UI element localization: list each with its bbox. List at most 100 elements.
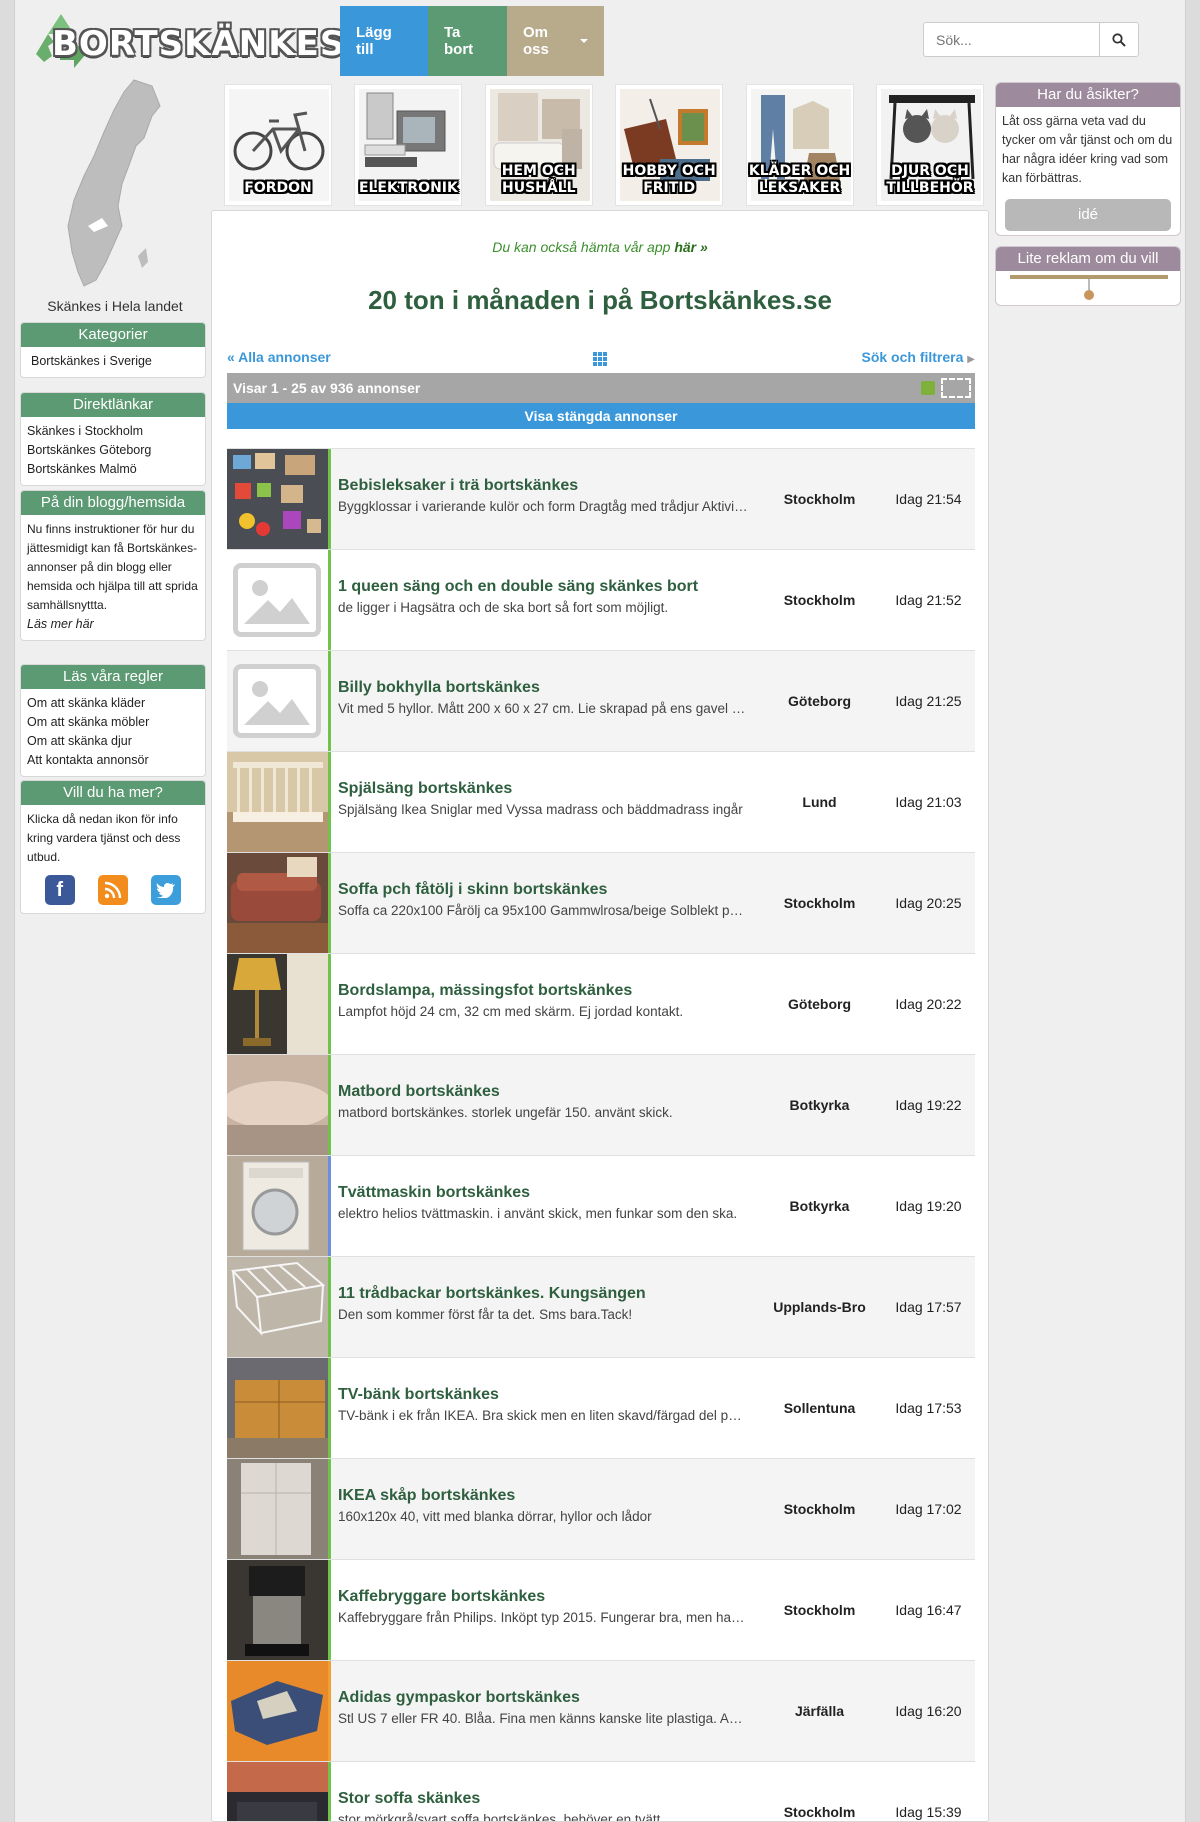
listing-time: Idag 20:22 [895, 996, 962, 1012]
listing-row[interactable]: Soffa pch fåtölj i skinn bortskänkes Sof… [227, 852, 975, 953]
category-tile-clothes[interactable]: Kläder och leksaker [745, 84, 854, 206]
app-link[interactable]: här » [674, 239, 707, 255]
listing-thumbnail [227, 1055, 328, 1155]
listing-description: TV-bänk i ek från IKEA. Bra skick men en… [338, 1408, 748, 1423]
opinions-box: Har du åsikter? Låt oss gärna veta vad d… [995, 82, 1181, 236]
listing-description: Spjälsäng Ikea Sniglar med Vyssa madrass… [338, 802, 743, 817]
category-tile-vehicles[interactable]: Fordon [224, 84, 332, 206]
direct-link-malmo[interactable]: Bortskänkes Malmö [27, 460, 199, 479]
more-text: Klicka då nedan ikon för info kring vard… [27, 812, 181, 864]
nav-add-button[interactable]: Lägg till [340, 6, 428, 76]
category-tile-hobby[interactable]: Hobby och fritid [615, 84, 724, 206]
listing-thumbnail [227, 1358, 328, 1458]
listing-title[interactable]: Soffa pch fåtölj i skinn bortskänkes [338, 881, 607, 899]
listing-thumbnail [227, 1661, 328, 1761]
all-ads-link[interactable]: « Alla annonser [227, 349, 331, 365]
listing-description: 160x120x 40, vitt med blanka dörrar, hyl… [338, 1509, 652, 1524]
app-promo-text: Du kan också hämta vår app [492, 239, 675, 255]
gallery-icon[interactable] [941, 378, 971, 398]
category-tiles: Fordon Elektronik Hem och hushåll [224, 84, 984, 206]
listing-title[interactable]: TV-bänk bortskänkes [338, 1386, 499, 1404]
listing-city: Stockholm [783, 1803, 856, 1820]
idea-button[interactable]: idé [1005, 199, 1171, 231]
category-link[interactable]: Bortskänkes i Sverige [31, 352, 199, 371]
listing-title[interactable]: Kaffebryggare bortskänkes [338, 1588, 545, 1606]
listing-row[interactable]: Adidas gympaskor bortskänkes Stl US 7 el… [227, 1660, 975, 1761]
category-label: Fordon [244, 180, 312, 196]
category-tile-pets[interactable]: Djur och tillbehör [875, 84, 984, 206]
categories-heading: Kategorier [21, 323, 205, 347]
direct-links-box: Direktlänkar Skänkes i Stockholm Bortskä… [20, 392, 206, 486]
grid-view-icon[interactable] [593, 352, 607, 366]
listing-title[interactable]: Tvättmaskin bortskänkes [338, 1184, 530, 1202]
facebook-icon[interactable]: f [44, 875, 75, 905]
page: BORTSKÄNKES.SE Lägg till Ta bort Om oss … [0, 0, 1200, 1822]
listing-description: Stl US 7 eller FR 40. Blåa. Fina men kän… [338, 1711, 748, 1726]
category-label-2: leksaker [758, 180, 841, 196]
listing-row[interactable]: Billy bokhylla bortskänkes Vit med 5 hyl… [227, 650, 975, 751]
category-label-2: hushåll [502, 180, 576, 196]
category-label-2: tillbehör [886, 180, 974, 196]
listing-title[interactable]: IKEA skåp bortskänkes [338, 1487, 515, 1505]
listing-thumbnail [227, 1560, 328, 1660]
rule-link-clothes[interactable]: Om att skänka kläder [27, 694, 199, 713]
listing-title[interactable]: 1 queen säng och en double säng skänkes … [338, 578, 698, 596]
listing-city: Göteborg [788, 995, 851, 1012]
listing-time: Idag 21:54 [895, 491, 962, 507]
chevron-right-icon: ▶ [967, 354, 975, 365]
listing-time: Idag 20:25 [895, 895, 962, 911]
category-label: Kläder och [748, 163, 851, 179]
listing-title[interactable]: Adidas gympaskor bortskänkes [338, 1689, 580, 1707]
listing-title[interactable]: Stor soffa skänkes [338, 1790, 480, 1808]
rules-box: Läs våra regler Om att skänka kläder Om … [20, 664, 206, 777]
twitter-icon[interactable] [151, 875, 182, 905]
listing-city: Göteborg [788, 692, 851, 709]
main-nav: Lägg till Ta bort Om oss [340, 6, 604, 76]
search-button[interactable] [1099, 22, 1139, 57]
listing-time: Idag 21:52 [895, 592, 962, 608]
rss-icon[interactable] [97, 875, 128, 905]
opinions-heading: Har du åsikter? [996, 83, 1180, 107]
category-label: Djur och [891, 163, 969, 179]
site-logo[interactable]: BORTSKÄNKES.SE [30, 10, 408, 74]
listing-time: Idag 19:20 [895, 1198, 962, 1214]
listing-row[interactable]: 1 queen säng och en double säng skänkes … [227, 549, 975, 650]
listing-row[interactable]: Matbord bortskänkes matbord bortskänkes.… [227, 1054, 975, 1155]
nav-about-dropdown[interactable]: Om oss [507, 6, 604, 76]
search-filter-link[interactable]: Sök och filtrera ▶ [861, 349, 975, 365]
listing-row[interactable]: IKEA skåp bortskänkes 160x120x 40, vitt … [227, 1458, 975, 1559]
listing-title[interactable]: 11 trådbackar bortskänkes. Kungsängen [338, 1285, 646, 1303]
rule-link-animals[interactable]: Om att skänka djur [27, 732, 199, 751]
nav-remove-button[interactable]: Ta bort [428, 6, 507, 76]
listing-row[interactable]: TV-bänk bortskänkes TV-bänk i ek från IK… [227, 1357, 975, 1458]
blog-read-more-link[interactable]: Läs mer här [27, 615, 199, 634]
category-tile-electronics[interactable]: Elektronik [354, 84, 463, 206]
search-input[interactable] [923, 22, 1099, 57]
rule-link-contact[interactable]: Att kontakta annonsör [27, 751, 199, 770]
listing-time: Idag 16:20 [895, 1703, 962, 1719]
listing-title[interactable]: Billy bokhylla bortskänkes [338, 679, 540, 697]
listing-row[interactable]: Spjälsäng bortskänkes Spjälsäng Ikea Sni… [227, 751, 975, 852]
listing-row[interactable]: Tvättmaskin bortskänkes elektro helios t… [227, 1155, 975, 1256]
listing-thumbnail [227, 651, 328, 751]
listing-row[interactable]: 11 trådbackar bortskänkes. Kungsängen De… [227, 1256, 975, 1357]
rule-link-furniture[interactable]: Om att skänka möbler [27, 713, 199, 732]
show-closed-button[interactable]: Visa stängda annonser [227, 403, 975, 429]
main-content: Du kan också hämta vår app här » 20 ton … [211, 210, 989, 1822]
blog-text: Nu finns instruktioner för hur du jättes… [27, 522, 198, 612]
rss-feed-icon[interactable] [921, 381, 935, 395]
listing-description: stor mörkgrå/svart soffa bortskänkes, be… [338, 1812, 661, 1822]
listing-title[interactable]: Bordslampa, mässingsfot bortskänkes [338, 982, 632, 1000]
direct-link-stockholm[interactable]: Skänkes i Stockholm [27, 422, 199, 441]
listing-row[interactable]: Stor soffa skänkes stor mörkgrå/svart so… [227, 1761, 975, 1822]
listing-title[interactable]: Spjälsäng bortskänkes [338, 780, 512, 798]
listing-title[interactable]: Bebisleksaker i trä bortskänkes [338, 477, 578, 495]
direct-link-goteborg[interactable]: Bortskänkes Göteborg [27, 441, 199, 460]
listing-row[interactable]: Bordslampa, mässingsfot bortskänkes Lamp… [227, 953, 975, 1054]
listing-thumbnail [227, 853, 328, 953]
sweden-map[interactable]: Skänkes i Hela landet [20, 76, 210, 316]
listing-row[interactable]: Bebisleksaker i trä bortskänkes Byggklos… [227, 448, 975, 549]
listing-title[interactable]: Matbord bortskänkes [338, 1083, 500, 1101]
listing-row[interactable]: Kaffebryggare bortskänkes Kaffebryggare … [227, 1559, 975, 1660]
category-tile-home[interactable]: Hem och hushåll [484, 84, 593, 206]
